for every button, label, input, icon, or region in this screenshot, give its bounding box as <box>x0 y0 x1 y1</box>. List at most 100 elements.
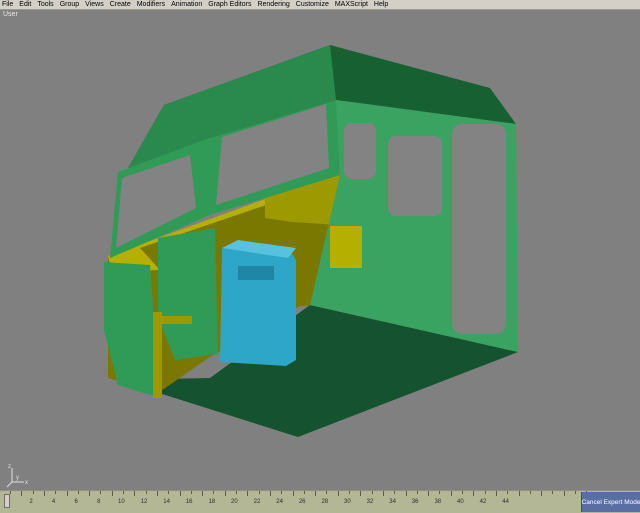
timeline-tick <box>303 491 305 494</box>
timeline-tick-label: 38 <box>434 499 442 505</box>
cab-model[interactable] <box>0 10 640 490</box>
timeline-tick-label: 24 <box>276 499 283 505</box>
viewport-user[interactable]: User x z y <box>0 10 640 490</box>
timeline-tick-label: 4 <box>51 499 56 505</box>
timeline-tick <box>247 491 249 496</box>
timeline-tick <box>315 491 317 496</box>
timeline-tick <box>484 491 486 494</box>
timeline-tick-label: 22 <box>253 499 261 505</box>
timeline-tick <box>349 491 350 494</box>
timeline-bar[interactable]: 2 4 6 8 10 12 14 16 18 20 22 24 26 28 30 32 34 36 38 40 42 44… <box>0 490 640 513</box>
timeline-tick <box>575 491 576 494</box>
timeline-tick <box>439 491 441 494</box>
axis-y-label: y <box>16 475 19 481</box>
timeline-tick <box>202 491 204 496</box>
timeline-tick <box>156 491 158 496</box>
timeline-tick <box>382 491 384 496</box>
menu-rendering[interactable]: Rendering <box>257 0 289 10</box>
timeline-tick <box>236 491 237 494</box>
timeline-tick-label: 10 <box>118 499 125 505</box>
timeline-tick <box>371 491 373 494</box>
handrail-post <box>153 312 162 398</box>
axis-tripod: x z y <box>6 464 28 488</box>
timeline-tick <box>529 491 531 494</box>
menu-edit[interactable]: Edit <box>19 0 31 10</box>
time-slider[interactable] <box>4 494 10 508</box>
timeline-tick <box>541 491 543 496</box>
timeline-tick <box>518 491 520 496</box>
handrail-bar <box>157 316 192 324</box>
interior-panel <box>158 228 218 360</box>
timeline-tick-label: 44 <box>502 499 509 505</box>
timeline-tick-label: 12 <box>140 499 148 505</box>
timeline-tick <box>563 491 565 496</box>
timeline-tick <box>360 491 362 496</box>
timeline-tick <box>462 491 463 494</box>
timeline-tick-label: 2 <box>29 499 33 505</box>
menu-help[interactable]: Help <box>374 0 388 10</box>
timeline-tick <box>77 491 79 494</box>
timeline-tick <box>224 491 226 496</box>
menu-file[interactable]: File <box>2 0 13 10</box>
menu-maxscript[interactable]: MAXScript <box>335 0 368 10</box>
timeline-tick <box>168 491 170 494</box>
timeline-tick <box>43 491 45 496</box>
timeline-tick <box>89 491 91 496</box>
timeline-tick-label: 40 <box>457 499 464 505</box>
menu-graph-editors[interactable]: Graph Editors <box>208 0 251 10</box>
timeline-tick <box>428 491 430 496</box>
timeline-tick <box>405 491 407 496</box>
menu-group[interactable]: Group <box>60 0 79 10</box>
timeline-tick-label: 30 <box>344 499 351 505</box>
timeline-tick-label: 42 <box>479 499 487 505</box>
timeline-tick-label: 36 <box>411 499 419 505</box>
seat-headrest <box>238 266 274 280</box>
timeline-ruler[interactable]: 2 4 6 8 10 12 14 16 18 20 22 24 26 28 30 32 34 36 38 40 42 44 <box>0 491 588 513</box>
timeline-tick-label: 32 <box>366 499 374 505</box>
menu-tools[interactable]: Tools <box>37 0 53 10</box>
timeline-tick <box>292 491 294 496</box>
timeline-tick <box>326 491 328 494</box>
axis-x-label: x <box>25 480 28 486</box>
timeline-tick <box>10 491 11 494</box>
timeline-tick <box>394 491 396 494</box>
timeline-tick-label: 28 <box>321 499 329 505</box>
timeline-tick <box>134 491 136 496</box>
timeline-tick-label: 34 <box>389 499 396 505</box>
menu-bar: File Edit Tools Group Views Create Modif… <box>0 0 640 10</box>
timeline-tick <box>258 491 260 494</box>
menu-modifiers[interactable]: Modifiers <box>137 0 165 10</box>
timeline-tick <box>450 491 452 496</box>
menu-animation[interactable]: Animation <box>171 0 202 10</box>
timeline-tick <box>66 491 68 496</box>
timeline-tick-label: 16 <box>185 499 193 505</box>
timeline-tick-label: 8 <box>97 499 101 505</box>
timeline-tick <box>21 491 23 496</box>
timeline-tick <box>123 491 124 494</box>
timeline-tick <box>111 491 113 496</box>
timeline-tick-label: 20 <box>231 499 238 505</box>
menu-create[interactable]: Create <box>110 0 131 10</box>
timeline-tick <box>190 491 192 494</box>
cancel-expert-mode-button[interactable]: Cancel Expert Mode <box>581 492 640 512</box>
timeline-tick <box>552 491 554 494</box>
timeline-tick <box>269 491 271 496</box>
side-bracket <box>330 226 362 268</box>
axis-z-label: z <box>8 464 11 470</box>
timeline-tick <box>416 491 418 494</box>
menu-views[interactable]: Views <box>85 0 104 10</box>
timeline-tick <box>32 491 34 494</box>
timeline-tick <box>281 491 283 494</box>
timeline-tick <box>100 491 102 494</box>
right-window-large <box>388 136 442 216</box>
right-window-small <box>344 123 376 179</box>
menu-customize[interactable]: Customize <box>296 0 329 10</box>
timeline-tick <box>145 491 147 494</box>
timeline-tick <box>337 491 339 496</box>
timeline-tick <box>473 491 475 496</box>
timeline-tick <box>213 491 215 494</box>
seat-back <box>220 248 296 366</box>
timeline-tick-label: 6 <box>74 499 78 505</box>
timeline-tick <box>495 491 497 496</box>
timeline-tick <box>55 491 57 494</box>
